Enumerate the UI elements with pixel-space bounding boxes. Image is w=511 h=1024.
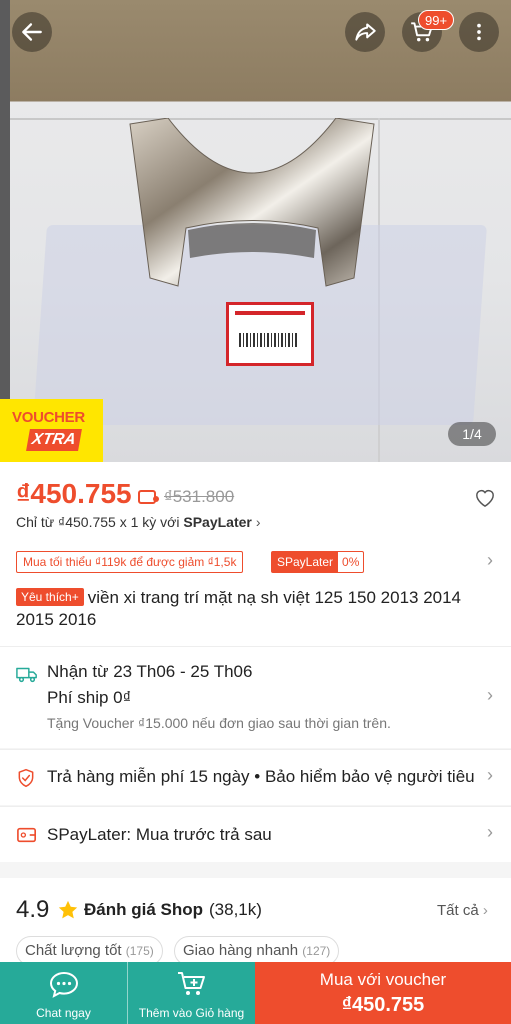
cart-count-badge: 99+ — [418, 10, 455, 30]
product-image-gallery[interactable]: 99+ VOUCHER XTRA 1/4 — [0, 0, 511, 462]
chevron-right-icon[interactable]: › — [487, 550, 493, 571]
chevron-right-icon: › — [487, 765, 493, 785]
chevron-right-icon: › — [487, 685, 493, 705]
price-section: ₫450.755 ₫531.800 Chỉ từ ₫450.755 x 1 kỳ… — [0, 462, 511, 646]
spaylater-icon — [138, 490, 159, 504]
favorite-plus-badge: Yêu thích+ — [16, 588, 84, 606]
share-button[interactable] — [345, 12, 385, 52]
returns-insurance-row[interactable]: Trả hàng miễn phí 15 ngày • Bảo hiểm bảo… — [0, 749, 511, 805]
shipping-row[interactable]: Nhận từ 23 Th06 - 25 Th06 Phí ship 0₫ Tặ… — [0, 646, 511, 748]
bottom-action-bar: Chat ngay Thêm vào Giỏ hàng Mua với vouc… — [0, 962, 511, 1024]
product-sticker — [226, 302, 314, 366]
image-counter: 1/4 — [448, 422, 496, 446]
share-icon — [355, 23, 376, 41]
chat-now-button[interactable]: Chat ngay — [0, 962, 127, 1024]
buy-with-voucher-button[interactable]: Mua với voucher ₫450.755 — [255, 962, 511, 1024]
heart-icon — [476, 490, 494, 508]
spaylater-rate-tag: SPayLater 0% — [271, 551, 365, 573]
add-to-cart-icon — [177, 972, 205, 995]
shield-icon — [18, 768, 34, 788]
rating-count: (38,1k) — [209, 900, 262, 919]
back-button[interactable] — [12, 12, 52, 52]
star-icon — [58, 900, 78, 919]
spaylater-row[interactable]: SPayLater: Mua trước trả sau › — [0, 806, 511, 862]
add-to-cart-button[interactable]: Thêm vào Giỏ hàng — [127, 962, 255, 1024]
rating-label: Đánh giá Shop — [84, 900, 203, 919]
product-title: Yêu thích+ viền xi trang trí mặt nạ sh vi… — [16, 588, 462, 629]
chevron-right-icon: › — [487, 822, 493, 842]
current-price: ₫450.755 — [16, 478, 132, 509]
more-vertical-icon — [477, 23, 481, 41]
late-delivery-voucher-note: Tặng Voucher ₫15.000 nếu đơn giao sau th… — [47, 715, 391, 731]
chat-icon — [49, 971, 78, 998]
min-order-discount-tag: Mua tối thiểu ₫119k để được giảm ₫1,5k — [16, 551, 244, 573]
installment-info[interactable]: Chỉ từ ₫450.755 x 1 kỳ với SPayLater › — [16, 514, 261, 530]
voucher-xtra-badge: VOUCHER XTRA — [0, 399, 103, 462]
returns-text: Trả hàng miễn phí 15 ngày • Bảo hiểm bảo… — [47, 767, 477, 786]
delivery-date: Nhận từ 23 Th06 - 25 Th06 — [47, 662, 253, 681]
favorite-button[interactable] — [474, 488, 496, 513]
chevron-right-icon: › — [482, 902, 488, 919]
wallet-icon — [17, 827, 36, 843]
chevron-right-icon: › — [255, 514, 261, 530]
shipping-fee: Phí ship 0₫ — [47, 688, 132, 707]
arrow-left-icon — [22, 23, 42, 41]
more-options-button[interactable] — [459, 12, 499, 52]
chrome-trim-part — [129, 118, 375, 287]
product-detail-page: 99+ VOUCHER XTRA 1/4 ₫450.755 ₫531.800 C… — [0, 0, 511, 1024]
see-all-reviews-link[interactable]: Tất cả › — [437, 902, 488, 919]
spaylater-text: SPayLater: Mua trước trả sau — [47, 825, 272, 844]
original-price: ₫531.800 — [164, 487, 235, 506]
rating-score: 4.9 — [16, 896, 50, 923]
truck-icon — [16, 667, 37, 683]
